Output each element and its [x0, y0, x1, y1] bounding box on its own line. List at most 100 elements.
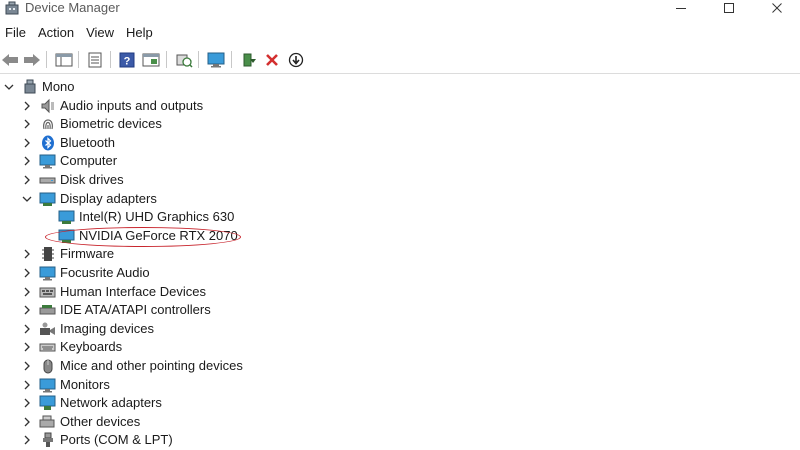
list-view-icon	[88, 52, 102, 68]
tree-category-label: Computer	[60, 153, 118, 168]
firmware-chip-icon	[39, 246, 56, 262]
menu-bar: File Action View Help	[0, 22, 800, 44]
chevron-right-icon[interactable]	[22, 175, 32, 185]
scan-hardware-icon	[176, 54, 193, 68]
tree-category-disk-drives[interactable]: Disk drives	[22, 171, 124, 189]
toolbar-separator	[78, 51, 79, 68]
chevron-right-icon[interactable]	[22, 287, 32, 297]
forward-button[interactable]	[22, 50, 42, 70]
tree-root-mono[interactable]: Mono	[4, 78, 75, 96]
camera-icon	[39, 321, 56, 337]
tree-category-label: Bluetooth	[60, 135, 115, 150]
tree-category-network-adapters[interactable]: Network adapters	[22, 394, 162, 412]
chevron-right-icon[interactable]	[22, 305, 32, 315]
minimize-button[interactable]	[658, 0, 704, 16]
toolbar-separator	[110, 51, 111, 68]
tree-category-mice-and-other-pointing-devices[interactable]: Mice and other pointing devices	[22, 357, 243, 375]
forward-arrow-icon	[24, 54, 40, 66]
update-driver-icon	[243, 53, 256, 67]
tree-category-other-devices[interactable]: Other devices	[22, 413, 140, 431]
back-button[interactable]	[0, 50, 20, 70]
tree-category-display-adapters[interactable]: Display adapters	[22, 190, 157, 208]
chevron-right-icon[interactable]	[22, 342, 32, 352]
tree-category-audio-inputs-and-outputs[interactable]: Audio inputs and outputs	[22, 97, 203, 115]
chevron-right-icon[interactable]	[22, 156, 32, 166]
device-manager-app-icon	[4, 1, 20, 15]
monitor-icon	[39, 377, 56, 393]
chevron-right-icon[interactable]	[22, 380, 32, 390]
port-icon	[39, 432, 56, 448]
monitor-button[interactable]	[206, 50, 226, 70]
tree-category-focusrite-audio[interactable]: Focusrite Audio	[22, 264, 150, 282]
tree-category-human-interface-devices[interactable]: Human Interface Devices	[22, 283, 206, 301]
chevron-right-icon[interactable]	[22, 435, 32, 445]
toolbar-separator	[166, 51, 167, 68]
tree-category-label: Audio inputs and outputs	[60, 98, 204, 113]
tree-category-label: Monitors	[60, 377, 110, 392]
toolbar-separator	[231, 51, 232, 68]
tree-category-label: Disk drives	[60, 172, 124, 187]
tree-category-biometric-devices[interactable]: Biometric devices	[22, 115, 162, 133]
tree-category-ports-com-lpt[interactable]: Ports (COM & LPT)	[22, 431, 173, 449]
uninstall-x-icon	[266, 54, 278, 66]
close-button[interactable]	[754, 0, 800, 16]
chevron-right-icon[interactable]	[22, 268, 32, 278]
tree-root-label: Mono	[42, 79, 75, 94]
ide-controller-icon	[39, 302, 56, 318]
uninstall-button[interactable]	[262, 50, 282, 70]
chevron-right-icon[interactable]	[22, 138, 32, 148]
hid-icon	[39, 284, 56, 300]
disk-drive-icon	[39, 172, 56, 188]
chevron-down-icon[interactable]	[22, 194, 32, 204]
maximize-icon	[724, 3, 734, 13]
scan-hardware-button[interactable]	[174, 50, 194, 70]
tree-category-firmware[interactable]: Firmware	[22, 245, 114, 263]
speaker-icon	[39, 98, 56, 114]
tree-category-label: Other devices	[60, 414, 141, 429]
display-adapter-icon	[39, 191, 56, 207]
tree-category-label: Mice and other pointing devices	[60, 358, 243, 373]
keyboard-icon	[39, 339, 56, 355]
tree-category-label: Keyboards	[60, 339, 123, 354]
tree-category-imaging-devices[interactable]: Imaging devices	[22, 320, 154, 338]
list-view-button[interactable]	[85, 50, 105, 70]
chevron-right-icon[interactable]	[22, 119, 32, 129]
menu-action[interactable]: Action	[32, 22, 80, 44]
tree-category-monitors[interactable]: Monitors	[22, 376, 110, 394]
tree-category-bluetooth[interactable]: Bluetooth	[22, 134, 115, 152]
title-bar: Device Manager	[0, 0, 800, 22]
maximize-button[interactable]	[706, 0, 752, 16]
chevron-down-icon[interactable]	[4, 82, 14, 92]
tree-category-label: Biometric devices	[60, 116, 162, 131]
chevron-right-icon[interactable]	[22, 361, 32, 371]
chevron-right-icon[interactable]	[22, 417, 32, 427]
menu-view[interactable]: View	[80, 22, 120, 44]
network-adapter-icon	[39, 395, 56, 411]
toolbar-separator	[46, 51, 47, 68]
properties-sheet-button[interactable]	[141, 50, 161, 70]
tree-category-ide-ata-atapi-controllers[interactable]: IDE ATA/ATAPI controllers	[22, 301, 211, 319]
tree-device-intel-r-uhd-graphics-630[interactable]: Intel(R) UHD Graphics 630	[58, 208, 234, 226]
menu-help[interactable]: Help	[120, 22, 159, 44]
menu-file[interactable]: File	[0, 22, 32, 44]
highlight-annotation-ellipse	[45, 227, 241, 247]
monitor-icon	[207, 52, 225, 68]
chevron-right-icon[interactable]	[22, 101, 32, 111]
computer-root-icon	[21, 79, 38, 95]
close-icon	[772, 3, 782, 13]
chevron-right-icon[interactable]	[22, 249, 32, 259]
chevron-right-icon[interactable]	[22, 324, 32, 334]
tree-category-label: Imaging devices	[60, 321, 154, 336]
disable-device-button[interactable]	[286, 50, 306, 70]
tree-category-keyboards[interactable]: Keyboards	[22, 338, 122, 356]
help-button[interactable]: ?	[117, 50, 137, 70]
properties-panel-button[interactable]	[54, 50, 74, 70]
tree-category-computer[interactable]: Computer	[22, 152, 117, 170]
chevron-right-icon[interactable]	[22, 398, 32, 408]
mouse-icon	[39, 358, 56, 374]
toolbar: ?	[0, 46, 800, 74]
update-driver-button[interactable]	[239, 50, 259, 70]
tree-category-label: Network adapters	[60, 395, 162, 410]
tree-category-label: Display adapters	[60, 191, 157, 206]
computer-icon	[39, 153, 56, 169]
